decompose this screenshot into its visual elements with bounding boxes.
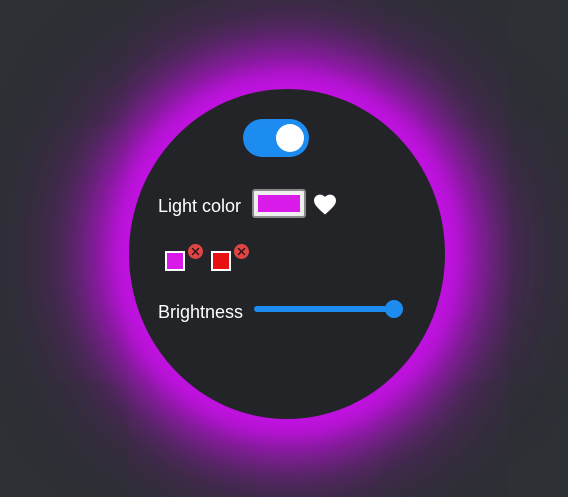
light-color-picker[interactable] — [252, 189, 306, 218]
lamp-control-panel: Light color Brightness — [0, 0, 568, 497]
toggle-knob — [276, 124, 304, 152]
close-icon[interactable] — [234, 244, 249, 259]
heart-icon[interactable] — [313, 193, 337, 215]
brightness-label: Brightness — [158, 302, 244, 322]
close-icon[interactable] — [188, 244, 203, 259]
saved-color-swatch[interactable] — [165, 251, 185, 271]
brightness-slider[interactable] — [254, 300, 403, 318]
slider-track — [254, 306, 394, 312]
light-color-label: Light color — [158, 196, 242, 216]
saved-color-swatch[interactable] — [211, 251, 231, 271]
light-color-swatch — [258, 195, 300, 212]
power-toggle[interactable] — [243, 119, 309, 157]
slider-thumb[interactable] — [385, 300, 403, 318]
